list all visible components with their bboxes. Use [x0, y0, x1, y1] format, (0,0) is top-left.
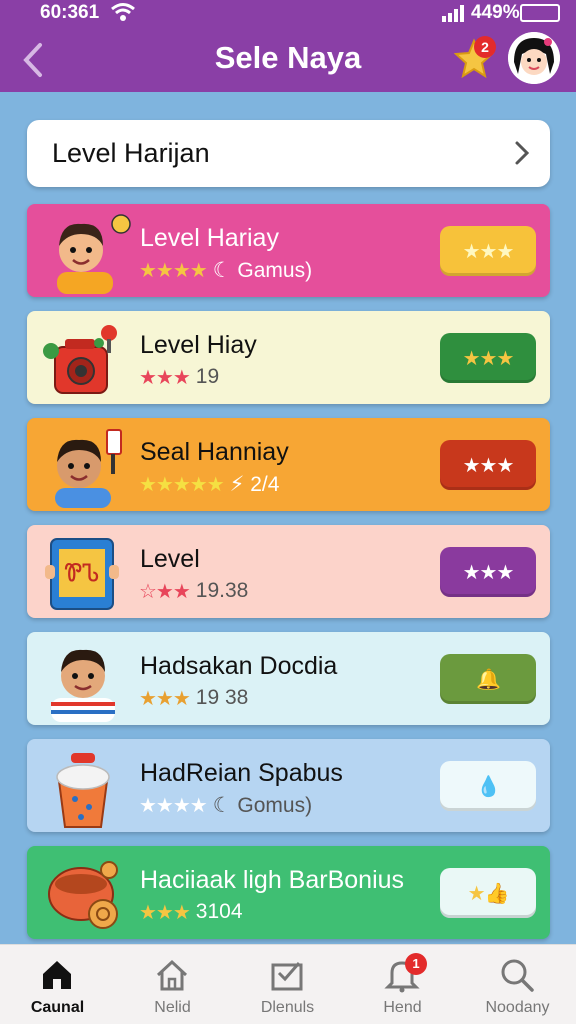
- star-rating: ★★★★: [139, 794, 208, 817]
- star-rating: ★★★: [139, 687, 191, 710]
- level-meta: ★★★ 19 38: [139, 686, 248, 710]
- boy-with-flag-icon: [55, 429, 122, 508]
- nav-label: Hend: [383, 999, 422, 1016]
- nav-label: Noodany: [485, 999, 550, 1016]
- level-card[interactable]: Level Hiay ★★★ 19 ★★★: [27, 311, 550, 404]
- level-play-button[interactable]: ★★★: [440, 333, 536, 383]
- level-title: HadReian Spabus: [140, 759, 343, 787]
- ice-cream-cup-icon: [56, 753, 110, 828]
- level-subtext: 19 38: [195, 686, 249, 709]
- nav-label: Dlenuls: [260, 999, 315, 1016]
- nav-item-hend[interactable]: 1 Hend: [345, 945, 460, 1024]
- level-subtext: ☾ Gomus): [212, 793, 313, 817]
- level-title: Seal Hanniay: [140, 438, 289, 466]
- star-rating: ☆★★: [139, 580, 191, 603]
- nav-label: Nelid: [154, 999, 191, 1016]
- action-bell-icon: 🔔: [476, 668, 501, 691]
- star-rating: ★★★: [139, 901, 191, 924]
- level-header-row[interactable]: Level Harijan: [27, 120, 550, 187]
- boy-avatar-icon: [57, 214, 131, 294]
- bottom-navigation: Caunal Nelid Dlenuls 1 Hend Noodany: [0, 944, 576, 1024]
- level-play-button[interactable]: ★★★: [440, 226, 536, 276]
- notification-badge: 2: [474, 36, 496, 58]
- level-subtext: 19: [195, 365, 220, 388]
- action-stars-icon: ★★★: [462, 240, 515, 263]
- level-meta: ★★★ 3104: [139, 900, 243, 924]
- nav-notification-badge: 1: [405, 953, 427, 975]
- level-subtext: ⚡ 2/4: [229, 472, 280, 496]
- level-card[interactable]: Seal Hanniay ★★★★★ ⚡ 2/4 ★★★: [27, 418, 550, 511]
- nav-item-home[interactable]: Caunal: [0, 945, 115, 1024]
- level-subtext: 3104: [195, 900, 243, 923]
- level-card[interactable]: Hadsakan Docdia ★★★ 19 38 🔔: [27, 632, 550, 725]
- level-title: Hadsakan Docdia: [140, 652, 338, 680]
- status-time: 60:361: [40, 2, 100, 23]
- star-rating: ★★★★★: [139, 473, 225, 496]
- battery-icon: [520, 4, 560, 22]
- level-play-button[interactable]: ★★★: [440, 440, 536, 490]
- level-subtext: 19.38: [195, 579, 249, 602]
- level-meta: ★★★★ ☾ Gamus): [139, 258, 312, 282]
- star-rating: ★★★★: [139, 259, 208, 282]
- level-play-button[interactable]: 💧: [440, 761, 536, 811]
- star-rating: ★★★: [139, 366, 191, 389]
- house-outline-icon: [156, 959, 188, 991]
- level-title: Haciiaak ligh BarBonius: [140, 866, 405, 894]
- status-bar: 60:361 449%: [0, 0, 576, 28]
- wifi-icon: [111, 3, 135, 21]
- level-title: Level Hiay: [140, 331, 257, 359]
- avatar[interactable]: [508, 32, 560, 84]
- nav-label: Caunal: [30, 999, 85, 1016]
- avatar-face-icon: [508, 32, 560, 84]
- signal-icon: [442, 5, 464, 22]
- home-icon: [43, 961, 71, 989]
- level-card[interactable]: Haciiaak ligh BarBonius ★★★ 3104 ★👍: [27, 846, 550, 939]
- nav-item-dlenuls[interactable]: Dlenuls: [230, 945, 345, 1024]
- app-header: Sele Naya 2: [0, 28, 576, 92]
- level-card[interactable]: HadReian Spabus ★★★★ ☾ Gomus) 💧: [27, 739, 550, 832]
- search-icon: [501, 959, 534, 992]
- level-meta: ☆★★ 19.38: [139, 579, 248, 603]
- level-title: Level: [140, 545, 200, 573]
- action-stars-icon: ★★★: [462, 347, 515, 370]
- tablet-icon: ᏈᏖ: [45, 538, 119, 610]
- level-card[interactable]: Level Hariay ★★★★ ☾ Gamus) ★★★: [27, 204, 550, 297]
- action-stars-icon: ★★★: [462, 454, 515, 477]
- level-header-label: Level Harijan: [52, 138, 210, 168]
- action-thumbs-up-icon: ★👍: [467, 882, 510, 905]
- level-card[interactable]: ᏈᏖ Level ☆★★ 19.38 ★★★: [27, 525, 550, 618]
- level-play-button[interactable]: ★★★: [440, 547, 536, 597]
- level-meta: ★★★★ ☾ Gomus): [139, 793, 312, 817]
- nav-item-noodany[interactable]: Noodany: [460, 945, 575, 1024]
- action-drop-icon: 💧: [476, 775, 501, 798]
- chevron-right-icon: [515, 141, 530, 165]
- level-meta: ★★★★★ ⚡ 2/4: [139, 472, 279, 496]
- level-subtext: ☾ Gamus): [212, 258, 313, 282]
- level-title: Level Hariay: [140, 224, 279, 252]
- boy-striped-shirt-icon: [51, 649, 115, 722]
- inbox-check-icon: [271, 962, 303, 991]
- camera-toy-icon: [43, 325, 117, 394]
- level-play-button[interactable]: ★👍: [440, 868, 536, 918]
- action-stars-icon: ★★★: [462, 561, 515, 584]
- soup-bowl-icon: [48, 861, 118, 929]
- level-play-button[interactable]: 🔔: [440, 654, 536, 704]
- level-meta: ★★★ 19: [139, 365, 219, 389]
- battery-percent: 449%: [471, 2, 520, 23]
- svg-text:ᏈᏖ: ᏈᏖ: [65, 559, 100, 587]
- nav-item-nelid[interactable]: Nelid: [115, 945, 230, 1024]
